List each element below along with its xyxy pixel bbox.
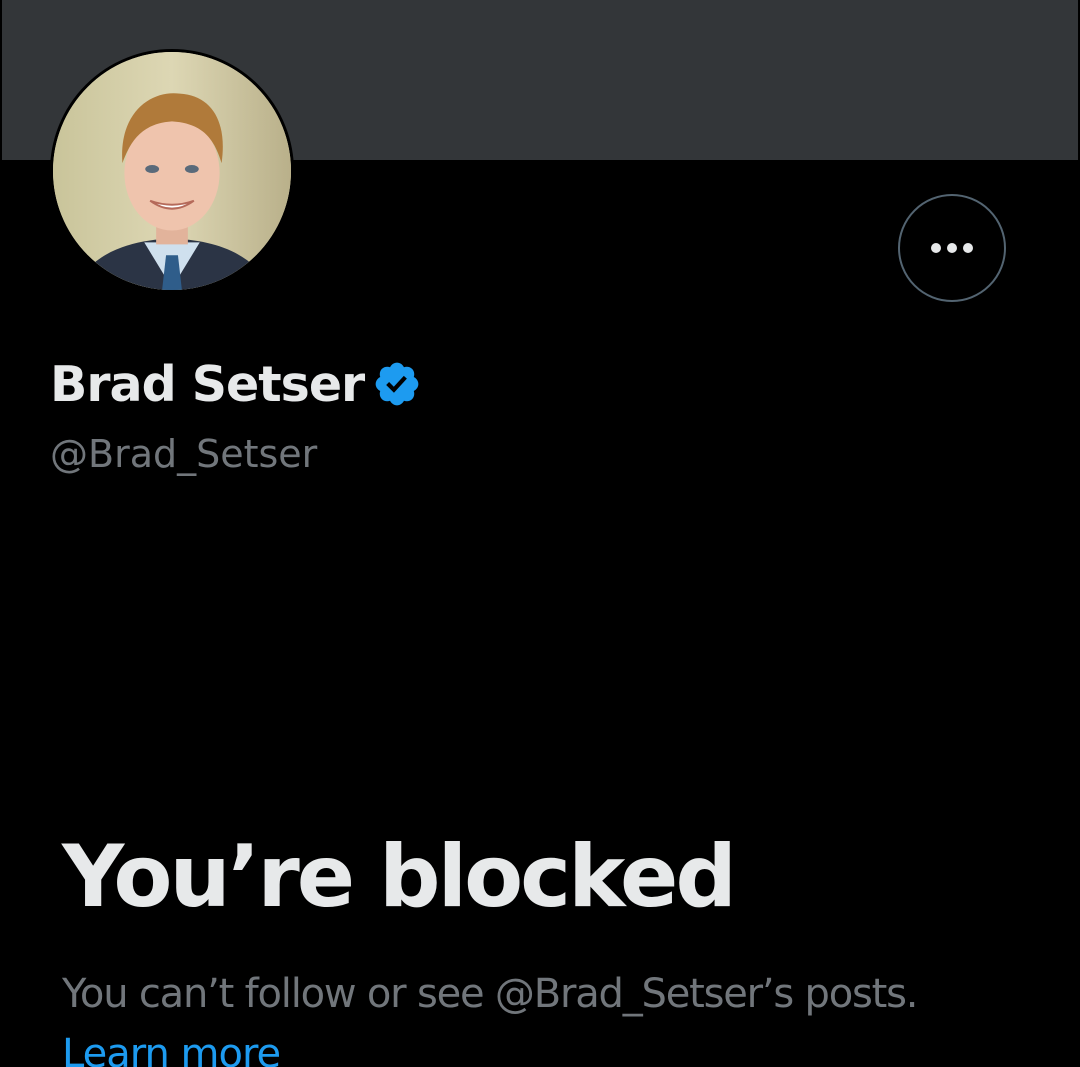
verified-badge-icon[interactable]: [372, 359, 422, 409]
more-options-button[interactable]: [898, 194, 1006, 302]
avatar[interactable]: [50, 49, 294, 293]
display-name: Brad Setser: [50, 355, 365, 413]
profile-name: Brad Setser: [50, 352, 422, 416]
profile-handle: @Brad_Setser: [50, 432, 318, 476]
blocked-title: You’re blocked: [62, 827, 737, 927]
blocked-message: You can’t follow or see @Brad_Setser’s p…: [62, 971, 919, 1017]
avatar-photo: [53, 52, 291, 290]
learn-more-link[interactable]: Learn more: [62, 1030, 281, 1067]
more-horizontal-icon: [931, 243, 973, 253]
